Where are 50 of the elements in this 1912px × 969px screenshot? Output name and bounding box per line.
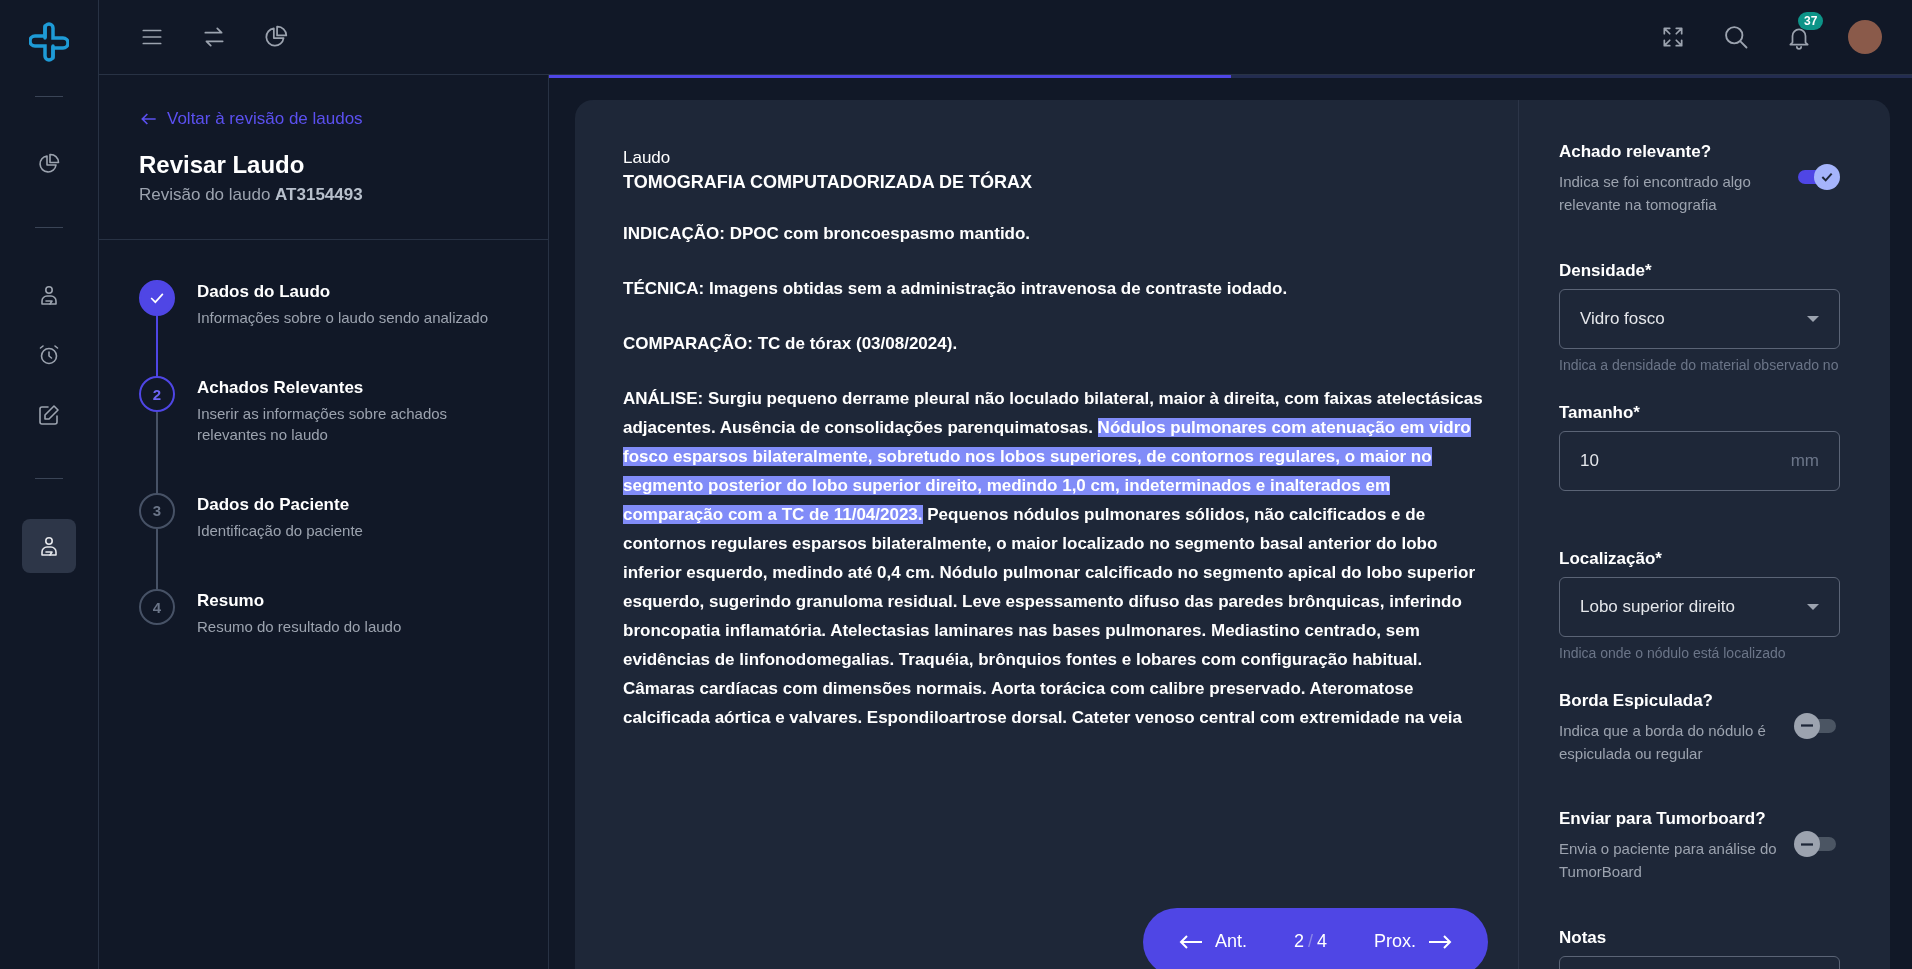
step-number: 2: [139, 376, 175, 413]
field-hint: Indica a densidade do material observado no: [1559, 356, 1840, 373]
sidebar-item[interactable]: [22, 519, 76, 573]
page-title: Revisar Laudo: [139, 151, 306, 179]
notification-badge: 37: [1798, 12, 1824, 30]
previous-button[interactable]: Ant.: [1179, 931, 1248, 952]
field-label: Notas: [1559, 927, 1608, 948]
logo-icon[interactable]: [29, 22, 69, 62]
search-icon[interactable]: [1722, 23, 1750, 51]
page-subtitle: Revisão do laudo AT3154493: [139, 185, 364, 205]
field-label: Densidade*: [1559, 260, 1653, 281]
step-description: Inserir as informações sobre achados relevantes no laudo: [197, 404, 449, 445]
step-title[interactable]: Dados do Paciente: [197, 494, 363, 515]
minus-icon: [1801, 724, 1813, 727]
report-paragraph: ANÁLISE: Surgiu pequeno derrame pleural não loculado bilateral, maior à direita, com faixas atelectásicas adjacentes. Ausência de consolidações parenquimatosas. Nódulos pulmonares com atenuação em vidro fosco esparsos bilateralmente, sobretudo nos lobos superiores, de contornos regulares, o maior no segmento posterior do lobo superior direito, medindo 1,0 cm, indeterminados e inalterados em comparação com a TC de 11/04/2023. Pequenos nódulos pulmonares sólidos, não calcificados e de contornos regulares esparsos bilateralmente, o maior localizado no segmento basal anterior do lobo inferior esquerdo, medindo até 0,4 cm. Nódulo pulmonar calcificado no segmento apical do lobo superior esquerdo, sugerindo granuloma residual. Leve espessamento difuso das paredes brônquicas, inferindo broncopatia inflamatória. Atelectasias laminares nas bases pulmonares. Mediastino centrado, sem evidências de linfonodomegalias. Traquéia, brônquios fontes e lobares com configuração habitual. Câmaras cardíacas com dimensões normais. Aorta torácica com calibre preservado. Ateromatose calcificada aórtica e valvares. Espondiloartrose dorsal. Cateter venoso central com extremidade na veia: [623, 388, 1484, 729]
report-paragraph: COMPARAÇÃO: TC de tórax (03/08/2024).: [623, 333, 959, 355]
input-field[interactable]: 10 mm: [1559, 430, 1840, 491]
report-paragraph: INDICAÇÃO: DPOC com broncoespasmo mantido.: [623, 223, 1032, 245]
minus-icon: [1801, 842, 1813, 846]
field-label: Borda Espiculada?: [1559, 690, 1714, 711]
field-hint: Indica onde o nódulo está localizado: [1559, 644, 1787, 661]
field-description: Indica que a borda do nódulo é espiculada ou regular: [1559, 720, 1767, 764]
report-title: TOMOGRAFIA COMPUTADORIZADA DE TÓRAX: [623, 172, 1033, 193]
report-paragraph: TÉCNICA: Imagens obtidas sem a administração intravenosa de contraste iodado.: [623, 278, 1289, 300]
dropdown-field[interactable]: Lobo superior direito: [1559, 576, 1840, 637]
alarm-clock-icon: [37, 343, 61, 367]
field-label: Enviar para Tumorboard?: [1559, 809, 1767, 829]
edit-icon: [37, 403, 61, 427]
fullscreen-icon[interactable]: [1660, 24, 1686, 50]
field-description: Indica se foi encontrado algo relevante na tomografia: [1559, 172, 1752, 216]
user-avatar[interactable]: [1848, 20, 1882, 54]
chart-icon: [37, 152, 61, 176]
step-title[interactable]: Achados Relevantes: [197, 378, 508, 399]
field-label: Achado relevante?: [1559, 142, 1713, 162]
dropdown-field[interactable]: Vidro fosco: [1559, 288, 1840, 349]
step-description: Resumo do resultado do laudo: [197, 617, 402, 637]
step-number: 4: [139, 589, 175, 625]
report-label: Laudo: [623, 148, 672, 168]
field-label: Localização*: [1559, 548, 1663, 569]
arrow-right-icon: [1428, 933, 1452, 950]
field-label: Tamanho*: [1559, 402, 1641, 423]
field-description: Envia o paciente para análise do TumorBoard: [1559, 839, 1778, 883]
page-counter: 2 / 4: [1294, 931, 1328, 952]
step-title[interactable]: Dados do Laudo: [197, 282, 489, 302]
next-button[interactable]: Prox.: [1374, 931, 1452, 952]
step-description: Informações sobre o laudo sendo analizado: [197, 308, 489, 328]
step-number: 3: [139, 492, 175, 529]
step-title[interactable]: Resumo: [197, 591, 402, 611]
arrow-left-icon: [1179, 933, 1203, 950]
step-description: Identificação do paciente: [197, 520, 363, 541]
